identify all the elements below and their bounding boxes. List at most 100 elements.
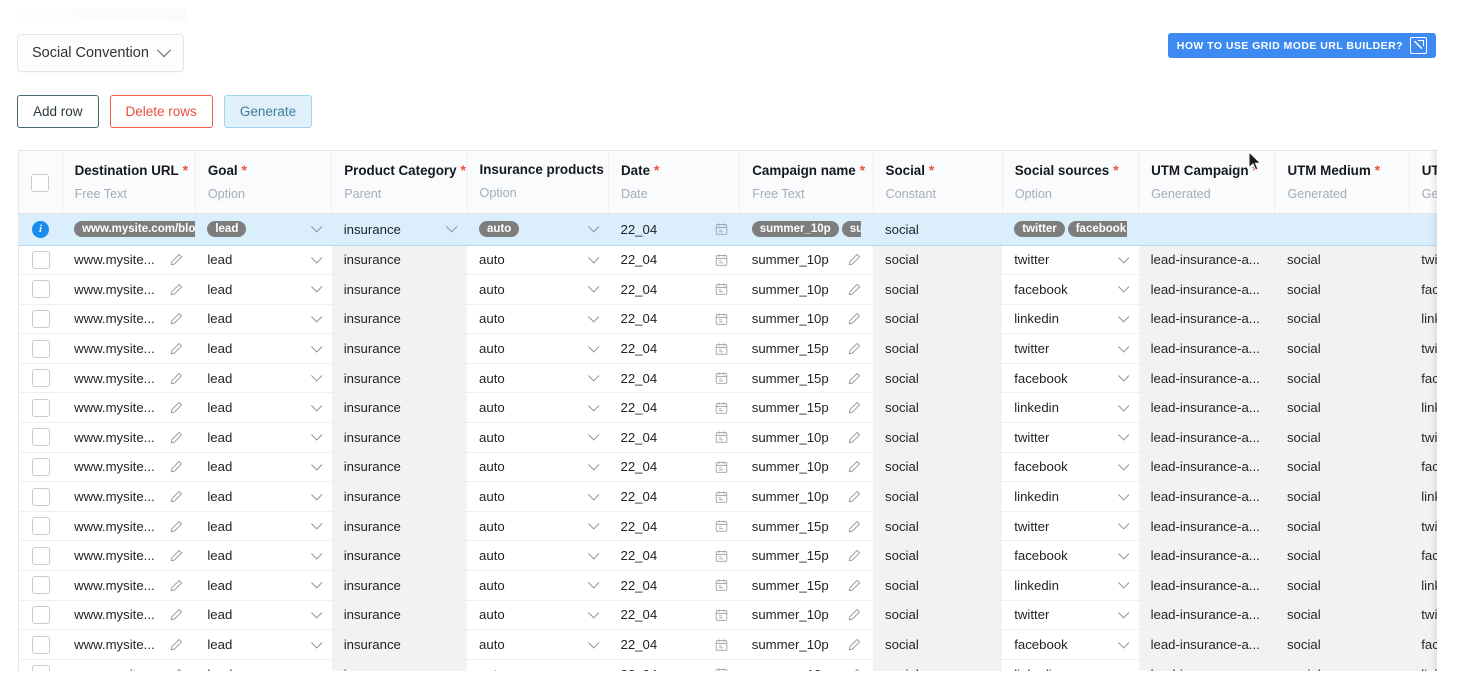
- cell-campaign-name[interactable]: summer_15p: [739, 392, 874, 424]
- cell-destination-url[interactable]: www.mysite...: [62, 274, 196, 305]
- cell-destination-url[interactable]: www.mysite...: [62, 392, 196, 424]
- chevron-down-icon[interactable]: [587, 547, 599, 560]
- pencil-icon[interactable]: [170, 401, 183, 414]
- pencil-icon[interactable]: [170, 312, 183, 325]
- cell-social-sources[interactable]: facebook: [1002, 629, 1139, 660]
- cell-social[interactable]: social: [873, 481, 1003, 512]
- cell-date[interactable]: 22_04: [608, 213, 740, 246]
- cell-social-sources[interactable]: linkedin: [1002, 481, 1139, 512]
- pencil-icon[interactable]: [170, 490, 183, 503]
- cell-goal[interactable]: lead: [195, 511, 332, 542]
- cell-utm-source[interactable]: twitter: [1409, 600, 1438, 631]
- chevron-down-icon[interactable]: [1117, 399, 1129, 412]
- table-row[interactable]: www.mysite... lead insurance auto 22_04 summe…: [19, 570, 1438, 601]
- pencil-icon[interactable]: [848, 431, 861, 444]
- row-select-checkbox[interactable]: [31, 428, 50, 447]
- calendar-icon[interactable]: [715, 430, 728, 444]
- cell-campaign-name[interactable]: summer_10p: [739, 629, 874, 660]
- cell-product-category[interactable]: insurance: [331, 570, 468, 601]
- chevron-down-icon[interactable]: [310, 577, 323, 589]
- cell-destination-url[interactable]: www.mysite...: [62, 629, 196, 660]
- chevron-down-icon[interactable]: [587, 666, 599, 671]
- cell-insurance-products[interactable]: auto: [467, 452, 609, 483]
- cell-utm-medium[interactable]: social: [1274, 245, 1410, 276]
- cell-product-category[interactable]: insurance: [331, 245, 468, 276]
- pencil-icon[interactable]: [848, 253, 861, 266]
- chevron-down-icon[interactable]: [587, 636, 599, 649]
- delete-rows-button[interactable]: Delete rows: [109, 95, 213, 128]
- chevron-down-icon[interactable]: [587, 340, 599, 353]
- cell-insurance-products[interactable]: auto: [467, 304, 609, 335]
- cell-utm-source[interactable]: facebook: [1409, 540, 1438, 572]
- table-row[interactable]: www.mysite... lead insurance auto 22_04 summe…: [19, 304, 1438, 335]
- calendar-icon[interactable]: [715, 549, 728, 563]
- cell-social[interactable]: social: [873, 452, 1003, 483]
- pencil-icon[interactable]: [848, 401, 861, 414]
- chevron-down-icon[interactable]: [587, 370, 599, 382]
- row-select-checkbox[interactable]: [31, 665, 50, 671]
- cell-date[interactable]: 22_04: [608, 304, 740, 335]
- cell-social[interactable]: social: [873, 304, 1003, 335]
- cell-date[interactable]: 22_04: [608, 659, 740, 671]
- pencil-icon[interactable]: [170, 579, 183, 592]
- row-select-checkbox[interactable]: [31, 250, 50, 269]
- cell-goal[interactable]: lead: [195, 333, 332, 364]
- cell-social-sources[interactable]: facebook: [1002, 452, 1139, 483]
- pencil-icon[interactable]: [170, 638, 183, 651]
- cell-product-category[interactable]: insurance: [331, 333, 468, 364]
- pencil-icon[interactable]: [170, 283, 183, 296]
- pencil-icon[interactable]: [848, 490, 861, 503]
- table-row[interactable]: www.mysite... lead insurance auto 22_04 summe…: [19, 600, 1438, 631]
- cell-destination-url[interactable]: www.mysite...: [62, 422, 196, 453]
- cell-goal[interactable]: lead: [195, 363, 332, 394]
- table-row[interactable]: www.mysite... lead insurance auto 22_04 summe…: [19, 629, 1438, 660]
- cell-destination-url[interactable]: www.mysite.com/blog/: [62, 213, 196, 246]
- calendar-icon[interactable]: [715, 222, 728, 236]
- column-header-date[interactable]: Date * Date: [608, 151, 741, 214]
- cell-utm-source[interactable]: twitter: [1409, 511, 1438, 542]
- cell-social-sources[interactable]: facebook: [1002, 274, 1139, 305]
- row-select-checkbox[interactable]: [31, 369, 50, 388]
- chevron-down-icon[interactable]: [587, 518, 599, 530]
- cell-goal[interactable]: lead: [195, 600, 332, 631]
- cell-social[interactable]: social: [873, 274, 1003, 305]
- chevron-down-icon[interactable]: [1117, 370, 1129, 382]
- chevron-down-icon[interactable]: [310, 666, 323, 671]
- chevron-down-icon[interactable]: [587, 577, 599, 589]
- pencil-icon[interactable]: [848, 312, 861, 325]
- chevron-down-icon[interactable]: [1117, 340, 1129, 353]
- cell-insurance-products[interactable]: auto: [467, 570, 609, 601]
- cell-social-sources[interactable]: twitter: [1002, 245, 1139, 276]
- cell-campaign-name[interactable]: summer_10p: [739, 245, 874, 276]
- cell-social[interactable]: social: [873, 213, 1003, 246]
- cell-utm-campaign[interactable]: lead-insurance-a...: [1138, 452, 1275, 483]
- cell-insurance-products[interactable]: auto: [467, 274, 609, 305]
- pencil-icon[interactable]: [848, 608, 861, 621]
- column-header-social[interactable]: Social * Constant: [873, 151, 1003, 214]
- cell-social[interactable]: social: [873, 659, 1003, 671]
- chevron-down-icon[interactable]: [587, 252, 599, 264]
- chevron-down-icon[interactable]: [310, 607, 323, 619]
- row-select-checkbox[interactable]: [31, 635, 50, 654]
- cell-date[interactable]: 22_04: [608, 629, 740, 660]
- cell-social-sources[interactable]: linkedin: [1002, 570, 1139, 601]
- chevron-down-icon[interactable]: [587, 281, 599, 293]
- cell-utm-source[interactable]: facebook: [1409, 274, 1438, 305]
- table-row[interactable]: www.mysite... lead insurance auto 22_04 summe…: [19, 540, 1438, 572]
- cell-goal[interactable]: lead: [195, 392, 332, 424]
- cell-utm-medium[interactable]: [1274, 213, 1410, 246]
- cell-utm-source[interactable]: [1409, 213, 1438, 246]
- cell-goal[interactable]: lead: [195, 422, 332, 453]
- pencil-icon[interactable]: [848, 342, 861, 355]
- chevron-down-icon[interactable]: [1117, 459, 1129, 471]
- cell-social-sources[interactable]: twitter: [1002, 600, 1139, 631]
- cell-insurance-products[interactable]: auto: [467, 333, 609, 364]
- pencil-icon[interactable]: [170, 253, 183, 266]
- cell-utm-medium[interactable]: social: [1274, 659, 1410, 671]
- convention-select[interactable]: Social Convention: [17, 34, 184, 72]
- cell-utm-campaign[interactable]: lead-insurance-a...: [1138, 274, 1275, 305]
- calendar-icon[interactable]: [715, 608, 728, 622]
- chevron-down-icon[interactable]: [1117, 636, 1129, 649]
- cell-utm-medium[interactable]: social: [1274, 570, 1410, 601]
- cell-utm-medium[interactable]: social: [1274, 422, 1410, 453]
